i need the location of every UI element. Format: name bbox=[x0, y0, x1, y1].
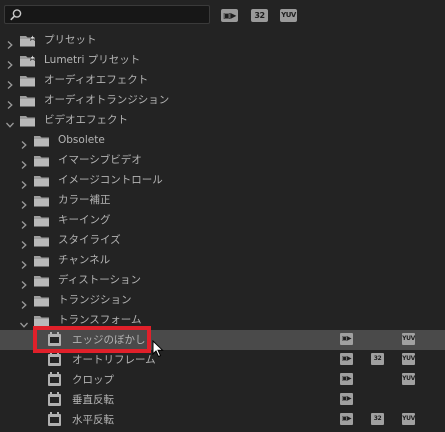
item-label: スタイライズ bbox=[58, 234, 121, 246]
search-icon bbox=[10, 9, 22, 21]
accelerated-badge-icon: ▣▶ bbox=[340, 373, 353, 385]
item-label: 水平反転 bbox=[72, 414, 114, 426]
expand-arrow-right-icon[interactable] bbox=[6, 56, 14, 69]
expand-arrow-right-icon[interactable] bbox=[6, 96, 14, 109]
effect-item[interactable]: 水平反転 ▣▶ 32 YUV bbox=[0, 410, 445, 430]
yuv-filter-button[interactable]: YUV bbox=[280, 9, 297, 22]
folder-item[interactable]: ディストーション bbox=[0, 270, 445, 290]
folder-icon bbox=[20, 94, 36, 107]
item-label: オートリフレーム bbox=[72, 354, 156, 366]
expand-arrow-right-icon[interactable] bbox=[20, 236, 28, 249]
folder-item[interactable]: プリセット bbox=[0, 30, 445, 50]
item-label: クロップ bbox=[72, 374, 114, 386]
preset-folder-icon bbox=[20, 53, 37, 67]
search-input[interactable] bbox=[4, 5, 210, 24]
folder-item[interactable]: トランジション bbox=[0, 290, 445, 310]
folder-item[interactable]: Lumetri プリセット bbox=[0, 50, 445, 70]
item-label: 垂直反転 bbox=[72, 394, 114, 406]
yuv-badge-icon: YUV bbox=[402, 333, 415, 345]
item-label: Obsolete bbox=[58, 134, 105, 146]
item-label: トランジション bbox=[58, 294, 132, 306]
32bit-color-filter-button[interactable]: 32 bbox=[251, 9, 268, 22]
expand-arrow-right-icon[interactable] bbox=[20, 196, 28, 209]
folder-item[interactable]: キーイング bbox=[0, 210, 445, 230]
expand-arrow-right-icon[interactable] bbox=[6, 36, 14, 49]
folder-icon bbox=[34, 314, 50, 327]
item-label: ディストーション bbox=[58, 274, 142, 286]
annotation-highlight-box bbox=[33, 326, 151, 353]
expand-arrow-down-icon[interactable] bbox=[20, 316, 28, 328]
effect-icon bbox=[48, 352, 61, 366]
folder-icon bbox=[34, 294, 50, 307]
item-label: イマーシブビデオ bbox=[58, 154, 142, 166]
folder-icon bbox=[34, 134, 50, 147]
expand-arrow-right-icon[interactable] bbox=[20, 276, 28, 289]
folder-item[interactable]: Obsolete bbox=[0, 130, 445, 150]
item-label: イメージコントロール bbox=[58, 174, 163, 186]
accelerated-badge-icon: ▣▶ bbox=[340, 413, 353, 425]
preset-folder-icon bbox=[20, 33, 37, 47]
expand-arrow-right-icon[interactable] bbox=[20, 296, 28, 309]
effects-toolbar: ▣▶ 32 YUV bbox=[0, 0, 445, 30]
expand-arrow-right-icon[interactable] bbox=[20, 156, 28, 169]
folder-item[interactable]: オーディオエフェクト bbox=[0, 70, 445, 90]
effect-icon bbox=[48, 392, 61, 406]
yuv-badge-icon: YUV bbox=[402, 373, 415, 385]
folder-icon bbox=[34, 254, 50, 267]
expand-arrow-right-icon[interactable] bbox=[20, 136, 28, 149]
folder-icon bbox=[34, 194, 50, 207]
expand-arrow-right-icon[interactable] bbox=[20, 216, 28, 229]
effect-icon bbox=[48, 412, 61, 426]
item-label: Lumetri プリセット bbox=[44, 54, 141, 66]
effect-icon bbox=[48, 372, 61, 386]
mouse-cursor-icon bbox=[152, 340, 164, 358]
folder-icon bbox=[34, 174, 50, 187]
accelerated-badge-icon: ▣▶ bbox=[340, 393, 353, 405]
accelerated-badge-icon: ▣▶ bbox=[340, 353, 353, 365]
32bit-badge-icon: 32 bbox=[371, 353, 384, 365]
effects-tree: プリセット Lumetri プリセット オーディオエフェクトオーディオトランジション… bbox=[0, 30, 445, 430]
folder-item[interactable]: チャンネル bbox=[0, 250, 445, 270]
32bit-badge-icon: 32 bbox=[371, 413, 384, 425]
folder-icon bbox=[34, 214, 50, 227]
yuv-badge-icon: YUV bbox=[402, 353, 415, 365]
item-label: オーディオトランジション bbox=[44, 94, 170, 106]
folder-icon bbox=[20, 114, 36, 127]
folder-item[interactable]: スタイライズ bbox=[0, 230, 445, 250]
folder-item[interactable]: イメージコントロール bbox=[0, 170, 445, 190]
item-label: プリセット bbox=[44, 34, 97, 46]
effect-item[interactable]: クロップ ▣▶ YUV bbox=[0, 370, 445, 390]
folder-item[interactable]: オーディオトランジション bbox=[0, 90, 445, 110]
accelerated-badge-icon: ▣▶ bbox=[340, 333, 353, 345]
item-label: ビデオエフェクト bbox=[44, 114, 128, 126]
item-label: キーイング bbox=[58, 214, 111, 226]
expand-arrow-right-icon[interactable] bbox=[20, 256, 28, 269]
effect-item[interactable]: オートリフレーム ▣▶ 32 YUV bbox=[0, 350, 445, 370]
item-label: オーディオエフェクト bbox=[44, 74, 149, 86]
expand-arrow-right-icon[interactable] bbox=[20, 176, 28, 189]
item-label: チャンネル bbox=[58, 254, 111, 266]
effect-item[interactable]: 垂直反転 ▣▶ bbox=[0, 390, 445, 410]
folder-item[interactable]: ビデオエフェクト bbox=[0, 110, 445, 130]
folder-icon bbox=[20, 74, 36, 87]
folder-icon bbox=[34, 234, 50, 247]
accelerated-effects-filter-button[interactable]: ▣▶ bbox=[221, 9, 238, 22]
folder-icon bbox=[34, 274, 50, 287]
item-label: カラー補正 bbox=[58, 194, 111, 206]
expand-arrow-down-icon[interactable] bbox=[6, 116, 14, 128]
folder-item[interactable]: カラー補正 bbox=[0, 190, 445, 210]
expand-arrow-right-icon[interactable] bbox=[6, 76, 14, 89]
folder-item[interactable]: イマーシブビデオ bbox=[0, 150, 445, 170]
folder-icon bbox=[34, 154, 50, 167]
yuv-badge-icon: YUV bbox=[402, 413, 415, 425]
